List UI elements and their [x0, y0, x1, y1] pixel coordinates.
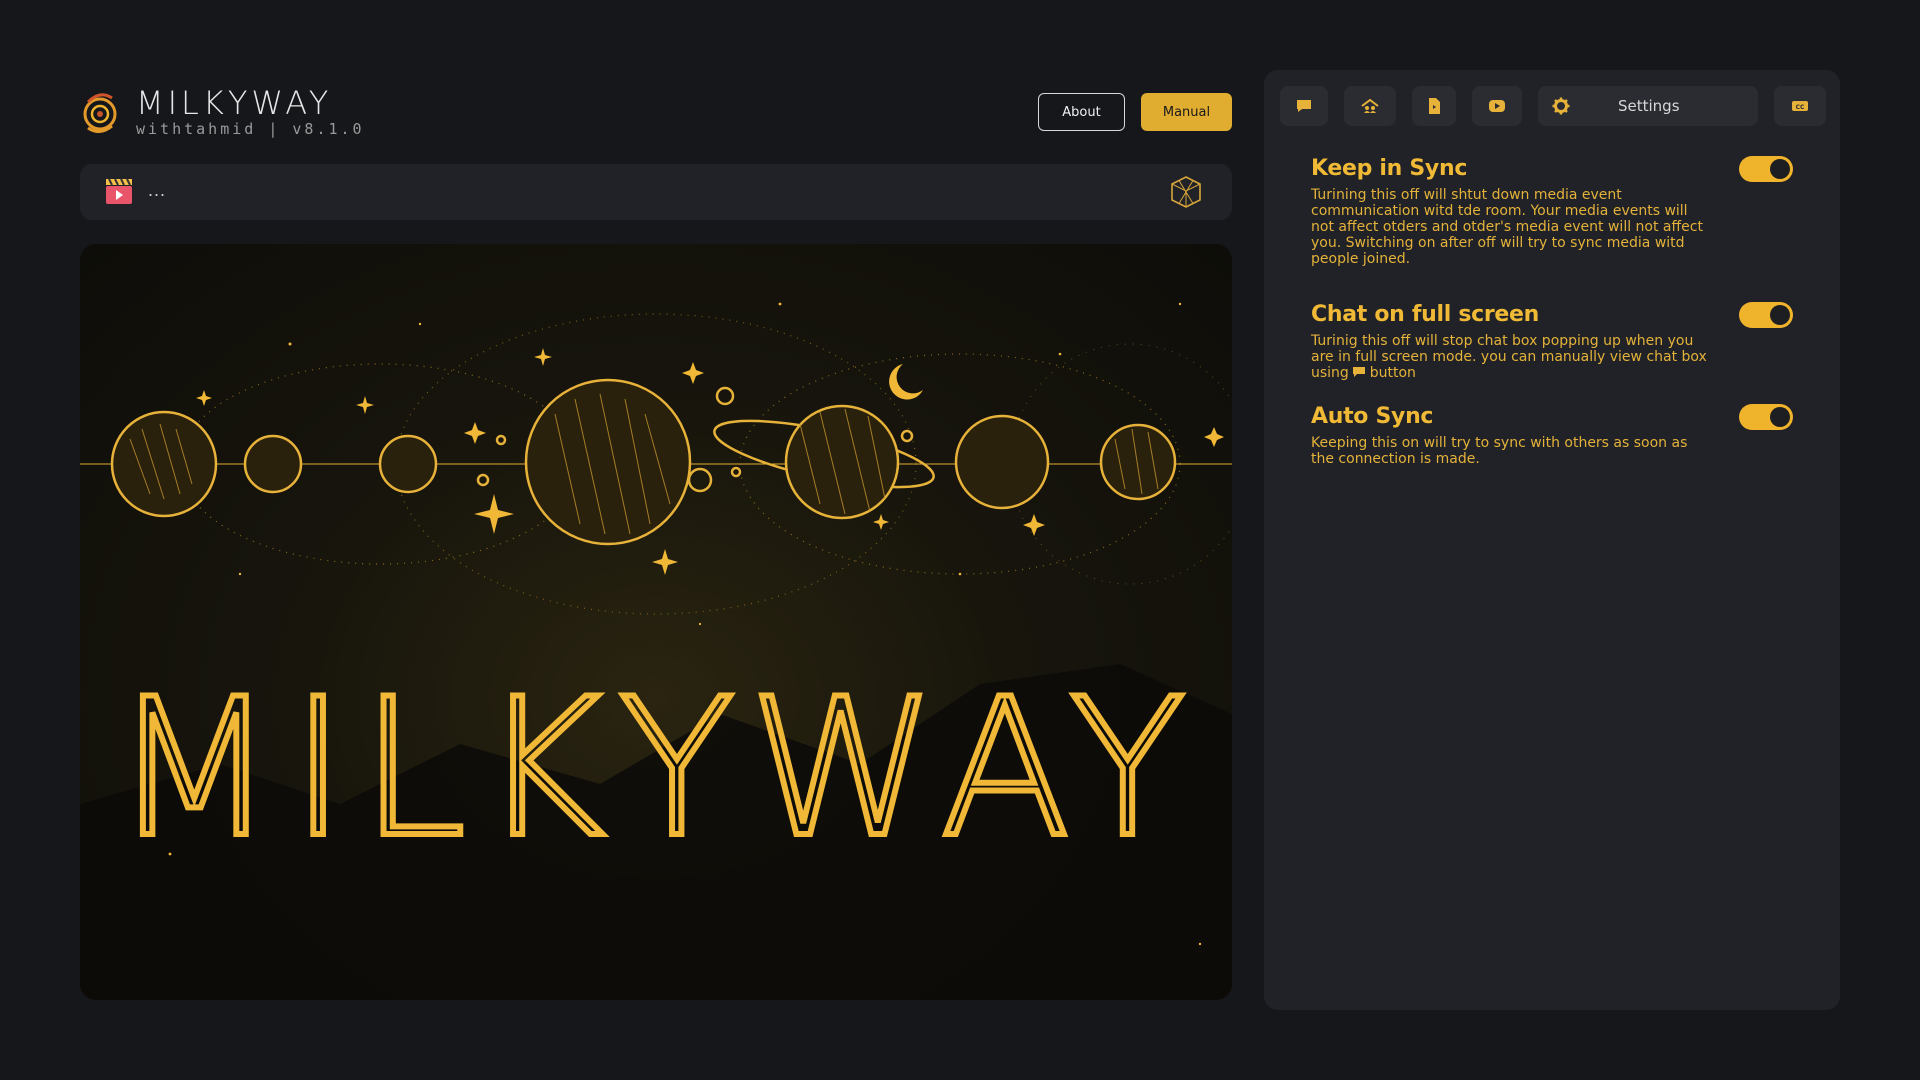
- top-bar: MILKYWAY withtahmid | v8.1.0 About Manua…: [80, 80, 1232, 142]
- file-icon: [1429, 98, 1440, 114]
- setting-title: Chat on full screen: [1311, 302, 1540, 327]
- settings-list: Keep in Sync Turining this off will shtu…: [1311, 156, 1811, 481]
- tab-room[interactable]: [1344, 86, 1396, 126]
- video-player[interactable]: MILKYWAY: [80, 244, 1232, 1000]
- tab-settings[interactable]: Settings: [1538, 86, 1758, 126]
- room-icon: [1361, 98, 1379, 113]
- chat-fullscreen-toggle[interactable]: [1739, 302, 1793, 328]
- manual-button[interactable]: Manual: [1141, 93, 1232, 131]
- brand-title: MILKYWAY: [136, 84, 333, 122]
- artwork-title: MILKYWAY: [112, 658, 1199, 879]
- closed-captions-icon: CC: [1792, 101, 1808, 111]
- toggle-knob: [1770, 407, 1790, 427]
- chat-icon: [1353, 367, 1366, 377]
- setting-description: Turining this off will shtut down media …: [1311, 187, 1703, 267]
- planets: [110, 378, 1177, 546]
- keep-in-sync-toggle[interactable]: [1739, 156, 1793, 182]
- clapperboard-icon: [106, 178, 132, 204]
- milkyway-logo-icon: [83, 93, 117, 133]
- setting-keep-in-sync: Keep in Sync Turining this off will shtu…: [1311, 156, 1811, 288]
- tab-captions[interactable]: CC: [1774, 86, 1826, 126]
- main-column: MILKYWAY withtahmid | v8.1.0 About Manua…: [80, 80, 1232, 1000]
- brand-subtitle: withtahmid | v8.1.0: [136, 120, 365, 138]
- about-button[interactable]: About: [1038, 93, 1125, 131]
- setting-title: Auto Sync: [1311, 404, 1434, 429]
- toggle-knob: [1770, 159, 1790, 179]
- setting-chat-fullscreen: Chat on full screen Turinig this off wil…: [1311, 302, 1811, 390]
- youtube-icon: [1489, 100, 1505, 112]
- milkyway-artwork: MILKYWAY: [80, 302, 1232, 1000]
- tab-file[interactable]: [1412, 86, 1456, 126]
- panel-tabs: Settings CC: [1280, 86, 1826, 126]
- media-bar: ...: [80, 164, 1232, 220]
- setting-description-suffix: button: [1369, 365, 1416, 381]
- auto-sync-toggle[interactable]: [1739, 404, 1793, 430]
- svg-text:CC: CC: [1796, 104, 1805, 111]
- chat-icon: [1297, 100, 1311, 112]
- media-title: ...: [148, 180, 167, 200]
- toggle-knob: [1770, 305, 1790, 325]
- tab-youtube[interactable]: [1472, 86, 1522, 126]
- setting-description: Keeping this on will try to sync with ot…: [1311, 435, 1688, 467]
- setting-description: Turinig this off will stop chat box popp…: [1311, 333, 1711, 381]
- setting-title: Keep in Sync: [1311, 156, 1468, 181]
- setting-auto-sync: Auto Sync Keeping this on will try to sy…: [1311, 404, 1811, 467]
- gear-icon: [1552, 97, 1570, 115]
- tab-settings-label: Settings: [1618, 97, 1680, 115]
- tab-chat[interactable]: [1280, 86, 1328, 126]
- side-panel: Settings CC Keep in Sync Turining this o…: [1264, 70, 1840, 1010]
- ar-cube-icon[interactable]: [1168, 174, 1204, 210]
